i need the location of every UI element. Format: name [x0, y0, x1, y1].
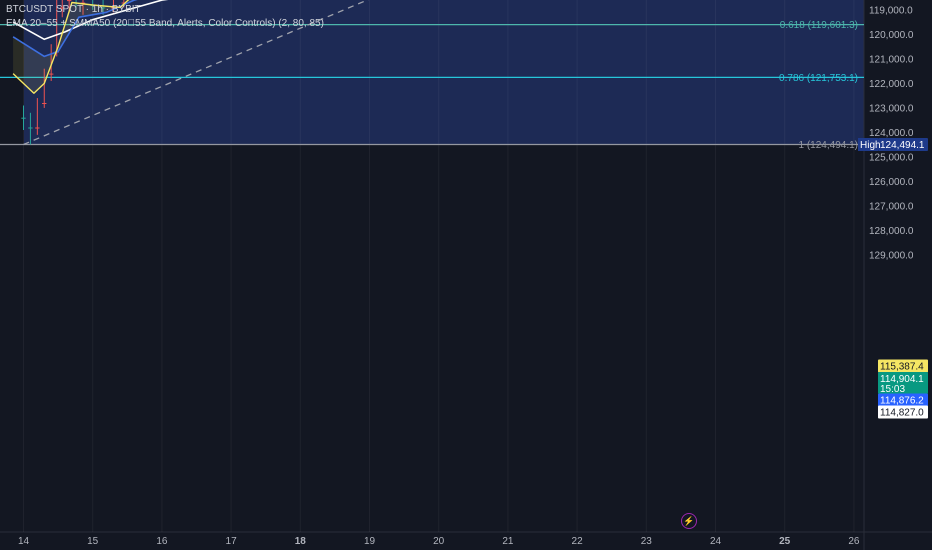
x-tick-label: 26 — [848, 536, 860, 547]
price-badge-value: 124,494.1 — [880, 140, 925, 151]
x-tick-label: 15 — [87, 536, 99, 547]
chart-header: BTCUSDT SPOT · 1h · BYBIT EMA 20–55 + SM… — [6, 3, 324, 31]
x-tick-label: 21 — [502, 536, 514, 547]
x-tick-label: 17 — [226, 536, 238, 547]
price-axis[interactable]: 129,000.0 128,000.0 127,000.0 126,000.0 125,… — [869, 5, 914, 261]
candle-body — [28, 127, 33, 129]
price-badge-value: 115,387.4 — [880, 362, 924, 373]
price-badge-value: 114,827.0 — [880, 408, 924, 419]
candle-body — [35, 127, 40, 129]
price-badge-value: 114,876.2 — [880, 396, 924, 407]
x-tick-label: 16 — [156, 536, 168, 547]
candle-body — [42, 102, 47, 104]
y-tick-label: 124,000.0 — [869, 128, 914, 139]
y-tick-label: 129,000.0 — [869, 250, 914, 261]
price-badge-countdown: 15:03 — [880, 384, 905, 395]
time-axis[interactable]: 14 15 16 17 18 19 20 21 22 23 24 25 26 — [18, 536, 860, 547]
x-tick-label: 14 — [18, 536, 30, 547]
symbol-title[interactable]: BTCUSDT SPOT · 1h · BYBIT — [6, 3, 324, 17]
y-tick-label: 126,000.0 — [869, 177, 914, 188]
price-tag-label: High — [860, 140, 881, 151]
candle-body — [66, 0, 72, 2]
y-tick-label: 120,000.0 — [869, 30, 914, 41]
candle-body — [21, 117, 26, 119]
x-tick-label: 19 — [364, 536, 376, 547]
price-chart[interactable]: 1 (124,494.1) 0.786 (121,753.1) 0.618 (119… — [0, 0, 932, 550]
y-tick-label: 123,000.0 — [869, 103, 914, 114]
fib-label: 0.786 (121,753.1) — [779, 73, 858, 84]
y-tick-label: 121,000.0 — [869, 54, 914, 65]
x-tick-label: 22 — [572, 536, 584, 547]
x-tick-label: 23 — [641, 536, 653, 547]
y-tick-label: 125,000.0 — [869, 152, 914, 163]
x-tick-label: 24 — [710, 536, 722, 547]
y-tick-label: 119,000.0 — [869, 5, 913, 16]
x-tick-label: 25 — [779, 536, 791, 547]
fib-label: 1 (124,494.1) — [799, 140, 859, 151]
x-tick-label: 20 — [433, 536, 445, 547]
fib-label: 0.618 (119,601.3) — [780, 20, 858, 31]
indicator-legend[interactable]: EMA 20–55 + SMMA50 (20⃣55 Band, Alerts, … — [6, 17, 324, 31]
y-tick-label: 122,000.0 — [869, 79, 914, 90]
lightning-icon[interactable]: ⚡ — [681, 513, 697, 529]
x-tick-label: 18 — [295, 536, 307, 547]
y-tick-label: 127,000.0 — [869, 201, 914, 212]
y-tick-label: 128,000.0 — [869, 226, 914, 237]
candle-body — [48, 73, 54, 75]
